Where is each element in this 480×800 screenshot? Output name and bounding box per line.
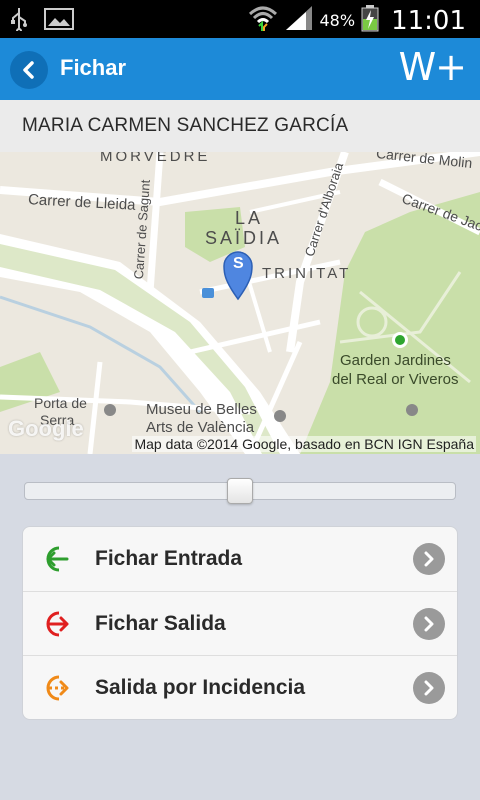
- fichar-salida-button[interactable]: Fichar Salida: [23, 591, 457, 655]
- employee-name: MARIA CARMEN SANCHEZ GARCÍA: [22, 115, 349, 136]
- map-label-museu-2: Arts de València: [146, 419, 255, 436]
- usb-icon: [10, 7, 28, 36]
- map-attribution: Map data ©2014 Google, basado en BCN IGN…: [132, 436, 476, 452]
- action-bar: Fichar W+: [0, 38, 480, 100]
- signal-icon: [284, 4, 314, 37]
- map-label-trinitat: TRINITAT: [262, 265, 352, 282]
- fichar-entrada-button[interactable]: Fichar Entrada: [23, 527, 457, 591]
- exit-icon: [46, 611, 69, 637]
- chevron-right-icon: [413, 672, 445, 704]
- map-view[interactable]: MORVEDRE Carrer de Molin Carrer de Lleid…: [0, 152, 480, 454]
- chevron-right-icon: [413, 543, 445, 575]
- wifi-icon: [248, 4, 278, 37]
- salida-incidencia-button[interactable]: Salida por Incidencia: [23, 655, 457, 719]
- map-pin-label: S: [233, 255, 244, 272]
- action-label: Fichar Salida: [95, 612, 226, 635]
- map-label-porta-1: Porta de: [34, 395, 87, 411]
- status-bar: 48% 11:01: [0, 0, 480, 38]
- map-label-real: del Real or Viveros: [332, 371, 459, 388]
- entry-icon: [46, 546, 69, 572]
- map-label-saidia: SAÏDIA: [205, 228, 283, 248]
- map-label-museu-1: Museu de Belles: [146, 401, 257, 418]
- app-logo: W+: [398, 45, 467, 89]
- chevron-left-icon: [23, 61, 34, 79]
- chevron-right-icon: [413, 608, 445, 640]
- map-label-garden: Garden Jardines: [340, 352, 451, 369]
- action-label: Salida por Incidencia: [95, 676, 306, 699]
- back-button[interactable]: [10, 51, 48, 89]
- action-label: Fichar Entrada: [95, 547, 243, 570]
- google-watermark: Google: [8, 416, 84, 441]
- zoom-slider-thumb[interactable]: [227, 478, 253, 504]
- clock: 11:01: [391, 5, 466, 36]
- incident-exit-icon: [46, 675, 69, 701]
- battery-icon: [361, 4, 379, 37]
- map-label-la: LA: [235, 208, 264, 228]
- employee-name-header: MARIA CARMEN SANCHEZ GARCÍA: [0, 100, 480, 152]
- page-title: Fichar: [60, 55, 127, 80]
- map-label-morvedre: MORVEDRE: [100, 152, 211, 165]
- action-list: Fichar Entrada Fichar Salida Salida por …: [22, 526, 458, 720]
- notification-icons: [10, 7, 74, 36]
- image-icon: [44, 7, 74, 36]
- battery-percent: 48%: [319, 11, 356, 30]
